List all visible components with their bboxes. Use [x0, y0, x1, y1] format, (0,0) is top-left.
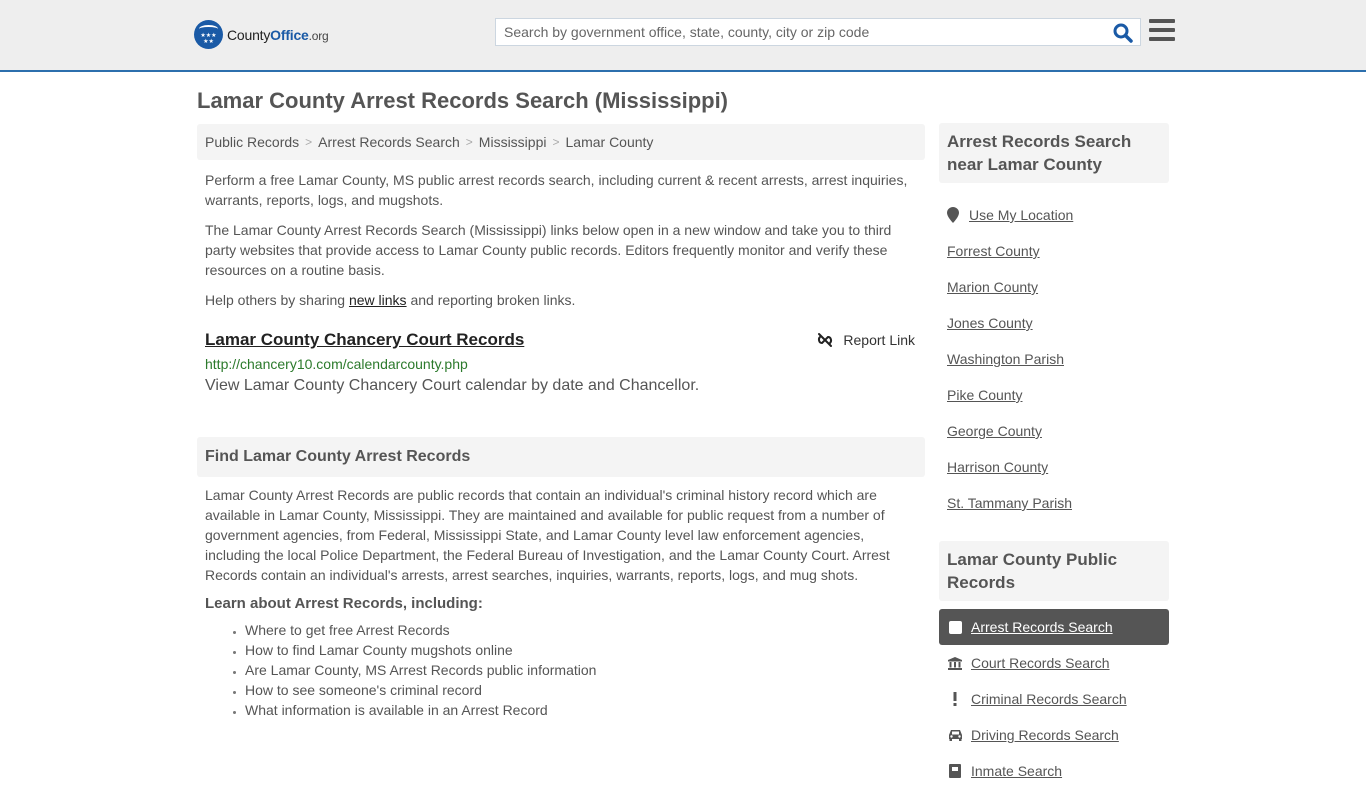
learn-about-heading: Learn about Arrest Records, including: [205, 595, 483, 612]
car-icon [947, 729, 963, 741]
nearby-link-jones-county[interactable]: Jones County [947, 315, 1033, 331]
nearby-link-marion-county[interactable]: Marion County [947, 279, 1038, 295]
learn-item: How to find Lamar County mugshots online [245, 640, 925, 660]
nearby-item: St. Tammany Parish [939, 485, 1169, 521]
nearby-item: Harrison County [939, 449, 1169, 485]
public-records-item-arrest[interactable]: Arrest Records Search [939, 609, 1169, 645]
eagle-badge-icon: ★★★ ★★ [194, 20, 223, 49]
breadcrumb-public-records[interactable]: Public Records [205, 134, 299, 150]
disclaimer-paragraph: The Lamar County Arrest Records Search (… [205, 222, 892, 278]
hamburger-menu-button[interactable] [1149, 19, 1175, 43]
nearby-link-washington-parish[interactable]: Washington Parish [947, 351, 1064, 367]
report-link-button[interactable]: Report Link [817, 332, 915, 348]
nearby-item: Pike County [939, 377, 1169, 413]
breadcrumb-separator: > [552, 135, 560, 149]
nearby-heading: Arrest Records Search near Lamar County [939, 123, 1169, 183]
share-text-after: and reporting broken links. [406, 292, 576, 308]
search-input[interactable] [496, 19, 1096, 45]
resource-link-title[interactable]: Lamar County Chancery Court Records [205, 330, 524, 349]
nearby-item: Jones County [939, 305, 1169, 341]
logo-org: .org [308, 28, 329, 43]
public-records-item-court[interactable]: Court Records Search [939, 645, 1169, 681]
top-header: ★★★ ★★ CountyOffice.org [0, 0, 1366, 72]
courthouse-icon [947, 656, 963, 670]
learn-item: What information is available in an Arre… [245, 700, 925, 720]
share-links-paragraph: Help others by sharing new links and rep… [197, 290, 925, 310]
menu-icon [1149, 19, 1175, 41]
learn-item: How to see someone's criminal record [245, 680, 925, 700]
public-records-link[interactable]: Driving Records Search [971, 727, 1119, 743]
broken-link-icon [818, 333, 833, 347]
find-records-heading: Find Lamar County Arrest Records [197, 437, 925, 477]
breadcrumb-lamar-county[interactable]: Lamar County [566, 134, 654, 150]
public-records-heading: Lamar County Public Records [939, 541, 1169, 601]
public-records-link[interactable]: Arrest Records Search [971, 619, 1113, 635]
breadcrumb-separator: > [305, 135, 313, 149]
share-text-before: Help others by sharing [205, 292, 349, 308]
nearby-item: Forrest County [939, 233, 1169, 269]
public-records-link[interactable]: Criminal Records Search [971, 691, 1127, 707]
resource-link-url: http://chancery10.com/calendarcounty.php [205, 356, 468, 372]
inmate-icon [947, 764, 963, 778]
report-link-label: Report Link [843, 332, 915, 348]
nearby-item: Washington Parish [939, 341, 1169, 377]
nearby-link-forrest-county[interactable]: Forrest County [947, 243, 1040, 259]
learn-item: Are Lamar County, MS Arrest Records publ… [245, 660, 925, 680]
logo-office: Office [270, 26, 309, 43]
page-title: Lamar County Arrest Records Search (Miss… [197, 88, 729, 113]
intro-paragraph: Perform a free Lamar County, MS public a… [205, 172, 908, 208]
breadcrumb-separator: > [465, 135, 473, 149]
breadcrumb-arrest-records-search[interactable]: Arrest Records Search [318, 134, 460, 150]
main-content: Public Records > Arrest Records Search >… [197, 124, 925, 720]
logo-county: County [227, 26, 271, 43]
public-records-item-driving[interactable]: Driving Records Search [939, 717, 1169, 753]
public-records-link[interactable]: Inmate Search [971, 763, 1062, 779]
resource-link-description: View Lamar County Chancery Court calenda… [205, 377, 700, 394]
logo-wordmark: CountyOffice.org [227, 27, 329, 43]
site-logo[interactable]: ★★★ ★★ CountyOffice.org [194, 20, 329, 49]
square-icon [947, 620, 963, 634]
public-records-list: Arrest Records Search Court Records Sear… [939, 609, 1169, 789]
use-my-location-item: Use My Location [939, 197, 1169, 233]
nearby-link-st-tammany-parish[interactable]: St. Tammany Parish [947, 495, 1072, 511]
nearby-link-george-county[interactable]: George County [947, 423, 1042, 439]
sidebar: Arrest Records Search near Lamar County … [939, 123, 1169, 789]
public-records-item-inmate[interactable]: Inmate Search [939, 753, 1169, 789]
learn-about-list: Where to get free Arrest Records How to … [197, 620, 925, 720]
nearby-list: Use My Location Forrest County Marion Co… [939, 197, 1169, 521]
nearby-item: George County [939, 413, 1169, 449]
learn-item: Where to get free Arrest Records [245, 620, 925, 640]
search-button[interactable] [1112, 22, 1134, 44]
new-links-link[interactable]: new links [349, 292, 407, 308]
find-records-paragraph: Lamar County Arrest Records are public r… [205, 487, 890, 583]
exclamation-icon [947, 692, 963, 706]
nearby-link-pike-county[interactable]: Pike County [947, 387, 1022, 403]
breadcrumb-mississippi[interactable]: Mississippi [479, 134, 547, 150]
use-my-location-link[interactable]: Use My Location [969, 207, 1073, 223]
breadcrumb: Public Records > Arrest Records Search >… [197, 124, 925, 160]
nearby-item: Marion County [939, 269, 1169, 305]
public-records-link[interactable]: Court Records Search [971, 655, 1110, 671]
public-records-item-criminal[interactable]: Criminal Records Search [939, 681, 1169, 717]
resource-link-entry: Lamar County Chancery Court Records Repo… [197, 330, 925, 395]
map-pin-icon [947, 207, 959, 223]
search-icon [1113, 23, 1133, 43]
nearby-link-harrison-county[interactable]: Harrison County [947, 459, 1048, 475]
search-bar [495, 18, 1141, 46]
